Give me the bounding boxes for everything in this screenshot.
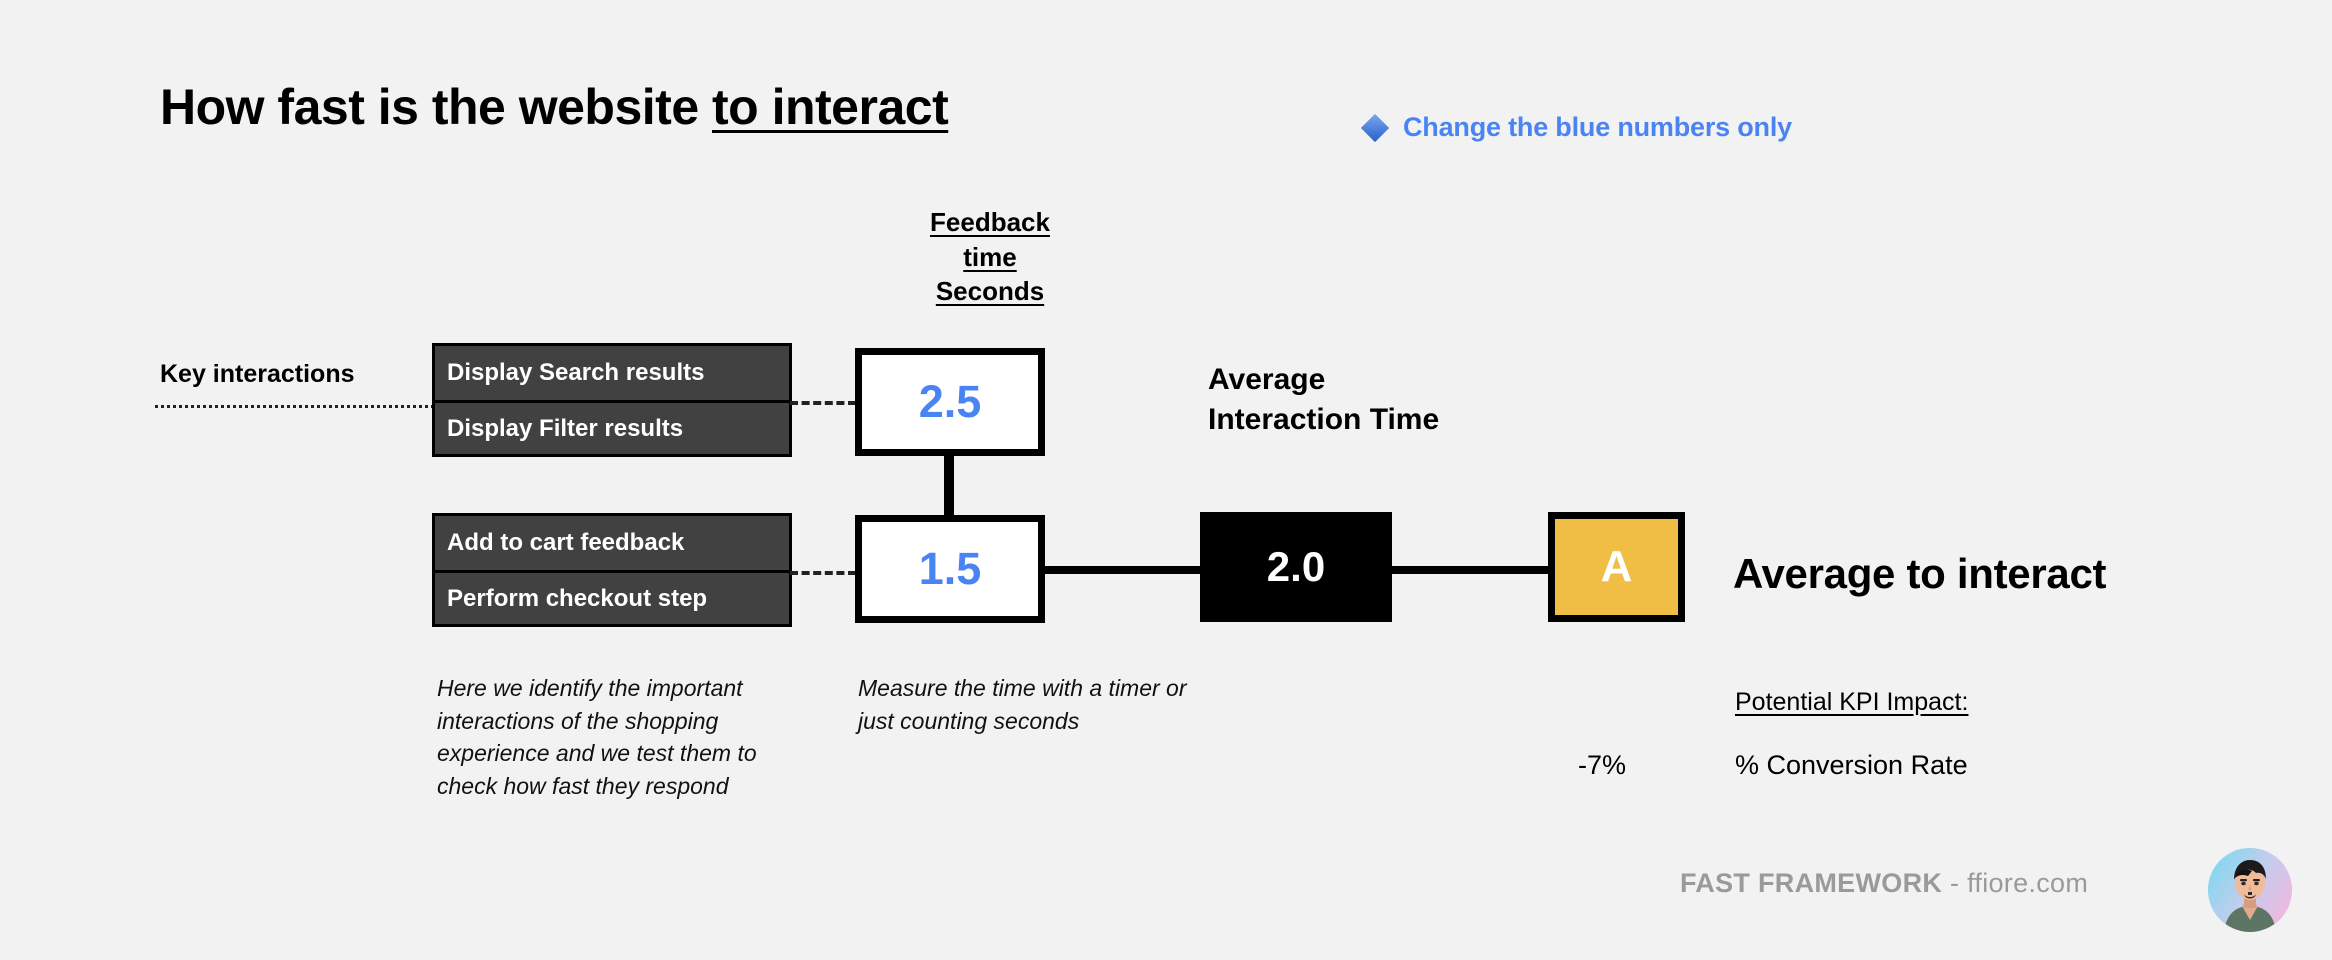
caption-key-interactions: Here we identify the important interacti… xyxy=(437,675,757,799)
page-title-prefix: How fast is the website xyxy=(160,79,713,135)
dashed-connector-group-1 xyxy=(790,401,856,405)
kpi-impact-value: -7% xyxy=(1578,750,1627,780)
feedback-time-column-header: Feedback time Seconds xyxy=(855,205,1125,309)
profile-avatar[interactable] xyxy=(2208,848,2292,932)
key-interactions-dotted-rule xyxy=(155,405,440,408)
blue-note: Change the blue numbers only xyxy=(1360,112,1792,143)
blue-diamond-icon xyxy=(1360,113,1390,142)
kpi-impact-metric: % Conversion Rate xyxy=(1735,750,1968,780)
average-label-line-2: Interaction Time xyxy=(1208,402,1440,436)
feedback-time-value-1[interactable]: 2.5 xyxy=(855,348,1045,456)
interaction-row[interactable]: Add to cart feedback xyxy=(435,516,789,570)
footer-brand: FAST FRAMEWORK xyxy=(1680,868,1943,898)
average-interaction-time-label: Average Interaction Time xyxy=(1208,360,1439,439)
grade-box: A xyxy=(1548,512,1685,622)
result-label: Average to interact xyxy=(1733,550,2107,597)
interaction-row[interactable]: Display Filter results xyxy=(435,400,789,454)
kpi-impact-title: Potential KPI Impact: xyxy=(1735,688,1969,716)
connector-average-to-grade xyxy=(1390,566,1550,574)
interaction-row[interactable]: Display Search results xyxy=(435,346,789,400)
footer-site: - ffiore.com xyxy=(1942,868,2089,898)
interaction-row[interactable]: Perform checkout step xyxy=(435,570,789,624)
page-title: How fast is the website to interact xyxy=(160,79,949,135)
footer-branding: FAST FRAMEWORK - ffiore.com xyxy=(1680,868,2088,899)
average-label-line-1: Average xyxy=(1208,363,1326,396)
feedback-time-value-2[interactable]: 1.5 xyxy=(855,515,1045,623)
interaction-group-2: Add to cart feedback Perform checkout st… xyxy=(432,513,792,627)
caption-feedback-time: Measure the time with a timer or just co… xyxy=(858,675,1187,734)
blue-note-label: Change the blue numbers only xyxy=(1403,112,1792,142)
connector-value-to-average xyxy=(1045,566,1203,574)
vertical-connector xyxy=(944,452,954,518)
column-header-line-2: time xyxy=(963,241,1017,272)
average-value-box: 2.0 xyxy=(1200,512,1392,622)
interaction-group-1: Display Search results Display Filter re… xyxy=(432,343,792,457)
column-header-line-1: Feedback xyxy=(930,207,1050,237)
key-interactions-label: Key interactions xyxy=(160,360,355,388)
slide-canvas: How fast is the website to interact Chan… xyxy=(0,0,2332,960)
page-title-emphasis: to interact xyxy=(712,79,949,135)
column-header-line-3: Seconds xyxy=(935,276,1045,307)
dashed-connector-group-2 xyxy=(790,571,856,575)
